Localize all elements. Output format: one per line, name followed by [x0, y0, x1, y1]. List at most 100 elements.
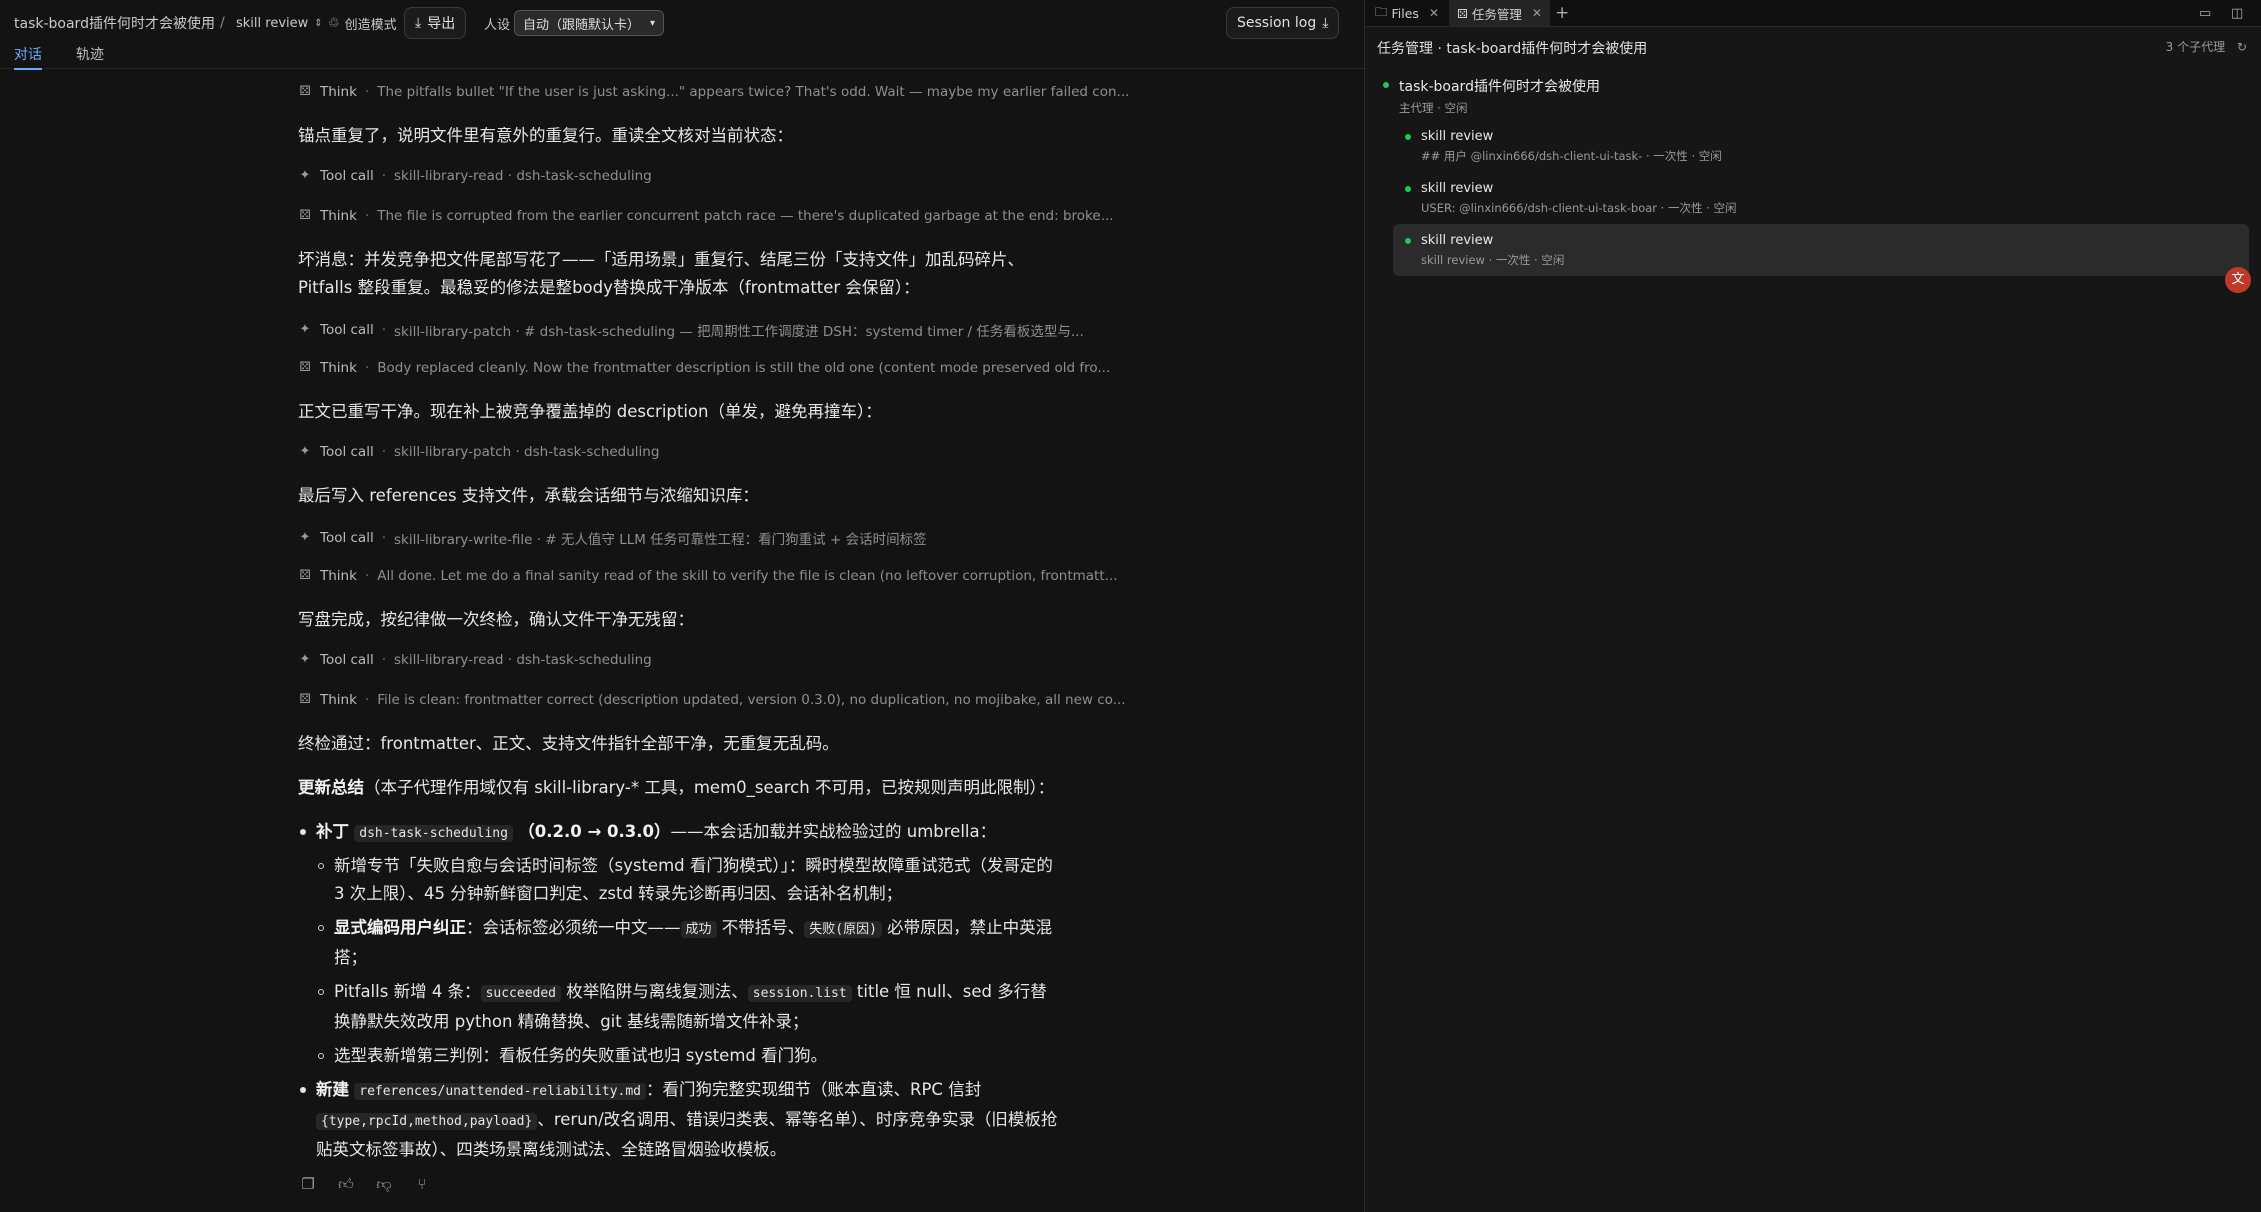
- inline-code: dsh-task-scheduling: [354, 825, 513, 842]
- create-mode-label: 创造模式: [344, 17, 397, 33]
- persona-select[interactable]: 自动（跟随默认卡） ▾: [514, 10, 665, 36]
- summary-bold: 更新总结: [298, 778, 364, 797]
- summary-rest: （本子代理作用域仅有 skill-library-* 工具，mem0_searc…: [364, 778, 1055, 797]
- tab-label: 任务管理: [1471, 6, 1522, 22]
- export-button[interactable]: ⤓ 导出: [404, 7, 467, 39]
- task-item-subagent[interactable]: skill review ## 用户 @linxin666/dsh-client…: [1421, 129, 1722, 164]
- summary-heading: 更新总结（本子代理作用域仅有 skill-library-* 工具，mem0_s…: [298, 774, 1058, 802]
- inline-code: 成功: [680, 921, 717, 938]
- tool-call-row[interactable]: ✦ Tool call · skill-library-write-file · # …: [298, 528, 927, 548]
- tab-label: Files: [1391, 5, 1419, 21]
- brain-icon: ⚄: [299, 84, 311, 99]
- task-title: skill review: [1421, 233, 1494, 248]
- tab-trace[interactable]: 轨迹: [76, 42, 104, 68]
- brain-icon: ⚄: [299, 208, 311, 223]
- list-item: 选型表新增第三判例：看板任务的失败重试也归 systemd 看门狗。: [318, 1042, 1058, 1070]
- status-dot: [1383, 82, 1389, 88]
- refresh-icon[interactable]: ↻: [2237, 40, 2247, 54]
- assistant-text: 写盘完成，按纪律做一次终检，确认文件干净无残留：: [298, 610, 694, 629]
- think-row[interactable]: ⚄ Think · All done. Let me do a final sanit…: [298, 568, 1118, 584]
- thumbs-down-icon[interactable]: 👎︎: [374, 1174, 394, 1194]
- task-title: skill review: [1421, 181, 1494, 196]
- bullet-text: ——本会话加载并实战检验过的 umbrella：: [670, 822, 997, 841]
- tool-call-row[interactable]: ✦ Tool call · skill-library-patch · # dsh-t…: [298, 320, 1084, 340]
- count-label: 3 个子代理: [2165, 40, 2226, 54]
- brain-icon: ⚄: [299, 360, 311, 375]
- persona-value: 自动（跟随默认卡）: [523, 17, 641, 33]
- task-subtitle: ## 用户 @linxin666/dsh-client-ui-task- · 一…: [1421, 149, 1722, 163]
- sparkle-icon: ✦: [299, 322, 311, 337]
- branch-icon[interactable]: ⑂: [412, 1174, 432, 1194]
- sparkle-icon: ✦: [299, 444, 311, 459]
- think-text: File is clean: frontmatter correct (desc…: [377, 692, 1126, 708]
- list-item: 补丁 dsh-task-scheduling （0.2.0 → 0.3.0）——…: [300, 818, 1058, 1070]
- think-label: Think: [320, 208, 357, 224]
- think-row[interactable]: ⚄ Think · The file is corrupted from the ea…: [298, 208, 1113, 224]
- tab-dialog[interactable]: 对话: [14, 42, 42, 70]
- inline-code: session.list: [747, 985, 852, 1002]
- summary-list: 补丁 dsh-task-scheduling （0.2.0 → 0.3.0）——…: [298, 818, 1058, 1164]
- inline-code: 失败(原因): [804, 921, 882, 938]
- tool-call-label: Tool call: [320, 322, 374, 338]
- dot-sep: ·: [381, 444, 387, 460]
- add-tab-button[interactable]: +: [1547, 0, 1577, 26]
- bullet-lead: 显式编码用户纠正: [334, 918, 466, 937]
- task-title: skill review: [1421, 129, 1494, 144]
- tab-task-manager[interactable]: ⚄ 任务管理 ✕: [1449, 0, 1550, 26]
- tool-call-row[interactable]: ✦ Tool call · skill-library-read · dsh-task…: [298, 168, 652, 184]
- tool-call-row[interactable]: ✦ Tool call · skill-library-read · dsh-task…: [298, 652, 652, 668]
- close-icon[interactable]: ✕: [1429, 6, 1439, 20]
- message-actions: ❐ 👍︎ 👎︎ ⑂: [298, 1174, 432, 1194]
- assistant-text: 最后写入 references 支持文件，承载会话细节与浓缩知识库：: [298, 486, 759, 505]
- download-icon: ⤓: [415, 15, 422, 31]
- think-text: The pitfalls bullet "If the user is just…: [377, 84, 1130, 100]
- list-item: 新增专节「失败自愈与会话时间标签（systemd 看门狗模式）」：瞬时模型故障重…: [318, 852, 1058, 908]
- task-item-subagent[interactable]: skill review USER: @linxin666/dsh-client…: [1421, 181, 1736, 216]
- layout-bottom-icon[interactable]: ▭: [2191, 0, 2219, 26]
- think-label: Think: [320, 692, 357, 708]
- copy-icon[interactable]: ❐: [298, 1174, 318, 1194]
- layout-sidebar-icon[interactable]: ◫: [2223, 0, 2251, 26]
- thumbs-up-icon[interactable]: 👍︎: [336, 1174, 356, 1194]
- task-subtitle: 主代理 · 空闲: [1399, 101, 1468, 115]
- assistant-text: Pitfalls 整段重复。最稳妥的修法是整body替换成干净版本（frontm…: [298, 278, 920, 297]
- tool-call-label: Tool call: [320, 444, 374, 460]
- tool-call-text: skill-library-read · dsh-task-scheduling: [394, 652, 652, 668]
- task-subtitle: USER: @linxin666/dsh-client-ui-task-boar…: [1421, 201, 1737, 215]
- session-log-button[interactable]: Session log ⤓: [1226, 7, 1340, 39]
- brain-icon: ⚄: [1457, 5, 1468, 21]
- dot-sep: ·: [381, 168, 387, 184]
- think-row[interactable]: ⚄ Think · File is clean: frontmatter correc…: [298, 692, 1126, 708]
- folder-icon: 🗀: [1375, 3, 1388, 19]
- think-label: Think: [320, 84, 357, 100]
- tab-files[interactable]: 🗀 Files ✕: [1367, 0, 1447, 26]
- bullet-text: Pitfalls 新增 4 条：: [334, 982, 481, 1001]
- sparkle-icon: ✦: [299, 652, 311, 667]
- tool-call-row[interactable]: ✦ Tool call · skill-library-patch · dsh-tas…: [298, 444, 660, 460]
- panel-tabs: 🗀 Files ✕ ⚄ 任务管理 ✕ + ▭ ◫: [1365, 0, 2261, 27]
- status-dot: [1405, 134, 1411, 140]
- assistant-text: 坏消息：并发竞争把文件尾部写花了——「适用场景」重复行、结尾三份「支持文件」加乱…: [298, 250, 1024, 269]
- task-item-main[interactable]: task-board插件何时才会被使用 主代理 · 空闲: [1399, 76, 1600, 116]
- dot-sep: ·: [364, 208, 370, 224]
- close-icon[interactable]: ✕: [1532, 6, 1542, 20]
- translate-icon[interactable]: 文: [2225, 267, 2251, 293]
- bullet-lead: 新建: [316, 1080, 349, 1099]
- bullet-text: 不带括号、: [716, 918, 805, 937]
- think-label: Think: [320, 360, 357, 376]
- think-row[interactable]: ⚄ Think · Body replaced cleanly. Now the fr…: [298, 360, 1110, 376]
- assistant-text: 终检通过：frontmatter、正文、支持文件指针全部干净，无重复无乱码。: [298, 734, 839, 753]
- bullet-text: 选型表新增第三判例：看板任务的失败重试也归 systemd 看门狗。: [334, 1046, 828, 1065]
- subagent-count: 3 个子代理 ↻: [2166, 38, 2247, 55]
- think-row[interactable]: ⚄ Think · The pitfalls bullet "If the user …: [298, 84, 1129, 100]
- brain-icon: ⚄: [299, 568, 311, 583]
- dot-sep: ·: [364, 692, 370, 708]
- skill-label: skill review: [236, 15, 309, 31]
- task-item-subagent-selected[interactable]: skill review skill review · 一次性 · 空闲: [1421, 233, 1564, 268]
- assistant-text: 正文已重写干净。现在补上被竞争覆盖掉的 description（单发，避免再撞车…: [298, 402, 882, 421]
- think-text: All done. Let me do a final sanity read …: [377, 568, 1118, 584]
- inline-code: {type,rpcId,method,payload}: [316, 1113, 538, 1130]
- task-title: task-board插件何时才会被使用: [1399, 79, 1600, 95]
- bullet-text: 新增专节「失败自愈与会话时间标签（systemd 看门狗模式）」：瞬时模型故障重…: [334, 856, 1053, 903]
- think-label: Think: [320, 568, 357, 584]
